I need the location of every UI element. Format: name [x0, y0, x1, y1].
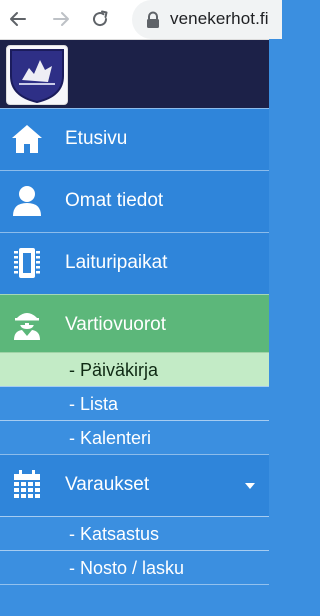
submenu-item-nosto-lasku[interactable]: - Nosto / lasku — [0, 550, 269, 584]
user-icon — [10, 184, 44, 218]
calendar-icon — [10, 468, 44, 502]
lock-icon — [145, 11, 161, 29]
submenu-item-label: - Lista — [69, 394, 119, 414]
submenu-item-katsastus[interactable]: - Katsastus — [0, 516, 269, 550]
menu-item-omat-tiedot[interactable]: Omat tiedot — [0, 170, 269, 232]
menu-divider — [0, 584, 269, 585]
spy-icon — [10, 308, 44, 342]
submenu-item-label: - Päiväkirja — [69, 360, 159, 380]
menu-item-label: Vartiovuorot — [65, 314, 167, 335]
menu-item-label: Varaukset — [65, 474, 150, 495]
menu-item-etusivu[interactable]: Etusivu — [0, 108, 269, 170]
submenu-item-paivakirja[interactable]: - Päiväkirja — [0, 352, 269, 386]
site-header — [0, 40, 269, 108]
submenu-item-kalenteri[interactable]: - Kalenteri — [0, 420, 269, 454]
menu-item-label: Etusivu — [65, 128, 128, 149]
submenu-item-label: - Katsastus — [69, 524, 160, 544]
menu-item-vartiovuorot[interactable]: Vartiovuorot — [0, 294, 269, 356]
reload-icon[interactable] — [89, 8, 111, 30]
home-icon — [10, 122, 44, 156]
menu-item-label: Omat tiedot — [65, 190, 164, 211]
arrow-left-icon[interactable] — [7, 8, 29, 30]
submenu-item-lista[interactable]: - Lista — [0, 386, 269, 420]
menu-item-label: Laituripaikat — [65, 252, 168, 273]
memory-chip-icon — [10, 246, 44, 280]
caret-down-icon[interactable] — [245, 483, 255, 489]
submenu-item-label: - Nosto / lasku — [69, 558, 185, 578]
menu-item-varaukset[interactable]: Varaukset — [0, 454, 269, 516]
url-text[interactable]: venekerhot.fi — [170, 9, 269, 29]
submenu-item-label: - Kalenteri — [69, 428, 152, 448]
arrow-right-icon[interactable] — [50, 8, 72, 30]
browser-toolbar: venekerhot.fi — [0, 0, 282, 40]
menu-item-laituripaikat[interactable]: Laituripaikat — [0, 232, 269, 294]
club-logo-icon[interactable] — [6, 45, 68, 105]
